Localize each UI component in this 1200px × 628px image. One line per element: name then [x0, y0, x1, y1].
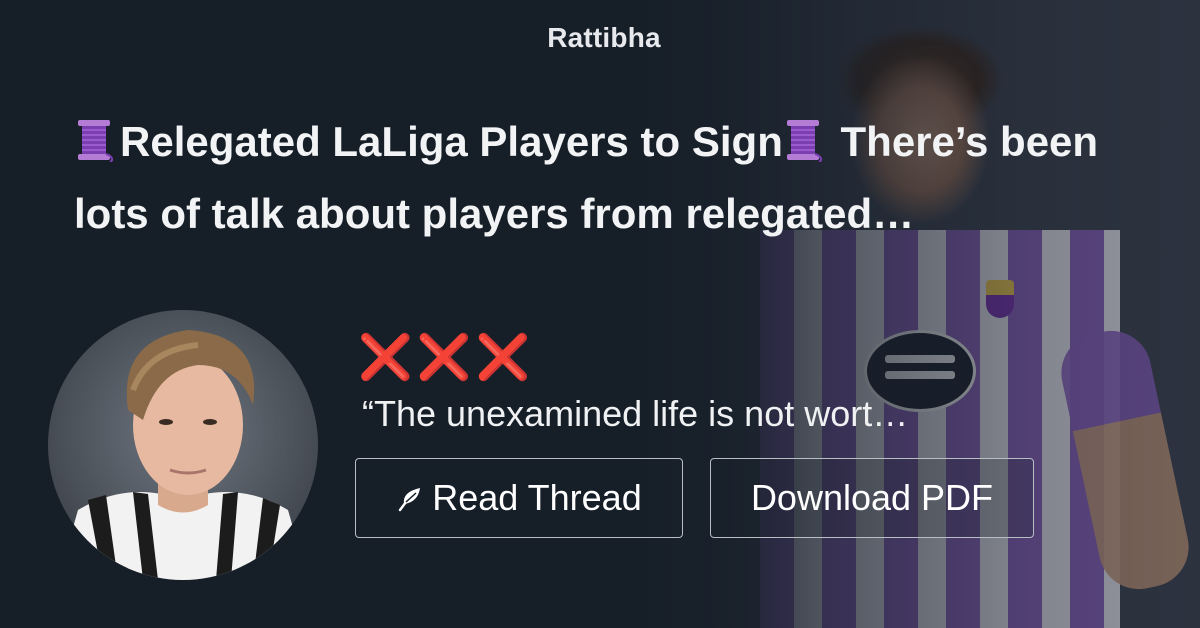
- download-pdf-label: Download PDF: [750, 477, 994, 518]
- author-bio: “The unexamined life is not wort…: [362, 393, 909, 434]
- spool-of-thread-icon: [786, 120, 822, 162]
- author-name[interactable]: ❌❌❌: [358, 334, 534, 382]
- thread-title-part1: Relegated LaLiga Players to Sign: [120, 118, 783, 165]
- download-pdf-button[interactable]: Download PDF: [710, 458, 1034, 538]
- read-thread-label: Read Thread: [432, 477, 642, 518]
- share-card: Rattibha Relegated LaLiga Players to Sig…: [0, 0, 1200, 628]
- spool-of-thread-icon: [78, 120, 114, 162]
- author-avatar: [48, 310, 318, 580]
- read-thread-button[interactable]: Read Thread: [355, 458, 683, 538]
- brand-name: Rattibha: [547, 22, 661, 53]
- feather-icon: [399, 488, 421, 512]
- thread-title: Relegated LaLiga Players to Sign There’s…: [74, 106, 1174, 250]
- avatar-portrait: [58, 330, 308, 580]
